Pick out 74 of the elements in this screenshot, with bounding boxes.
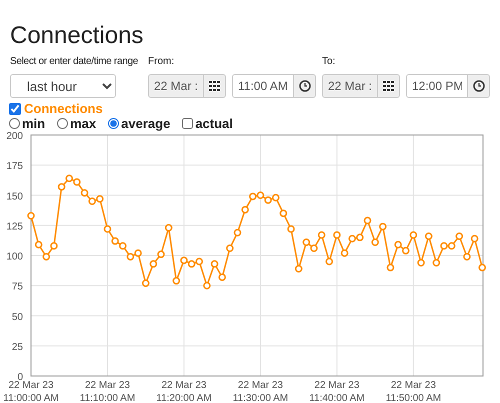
- x-tick-label: 22 Mar 23 11:00:00 AM: [3, 380, 59, 403]
- data-point: [371, 238, 379, 246]
- mode-label: actual: [195, 116, 233, 131]
- range-label: Select or enter date/time range: [10, 55, 138, 69]
- series-label: Connections: [24, 101, 103, 116]
- data-point: [280, 210, 288, 218]
- data-point: [27, 212, 35, 220]
- time-field[interactable]: 11:00 AM: [232, 74, 294, 98]
- data-point: [50, 242, 58, 250]
- data-point: [150, 260, 158, 268]
- data-point: [410, 231, 418, 239]
- clock-icon: [472, 80, 484, 92]
- grid-icon: [209, 81, 220, 91]
- data-point: [340, 249, 348, 257]
- data-point: [326, 258, 334, 266]
- data-point: [241, 206, 249, 214]
- data-point: [364, 216, 372, 224]
- mode-label: min: [22, 116, 46, 131]
- data-point: [470, 234, 478, 242]
- y-tick-label: 50: [12, 312, 23, 323]
- x-tick-label: 22 Mar 23 11:10:00 AM: [80, 380, 136, 403]
- data-point: [318, 231, 326, 239]
- to-label: To:: [322, 55, 336, 69]
- series-checkbox[interactable]: [9, 102, 21, 114]
- data-point: [333, 231, 341, 239]
- range-dropdown[interactable]: last hour: [10, 74, 116, 98]
- data-point: [432, 258, 440, 266]
- y-tick-label: 175: [6, 161, 23, 172]
- mode-radio[interactable]: [9, 118, 20, 129]
- mode-radio[interactable]: [57, 118, 68, 129]
- page-title: Connections: [10, 24, 144, 48]
- data-point: [34, 240, 42, 248]
- mode-radio[interactable]: [108, 118, 120, 129]
- calendar-button[interactable]: [378, 74, 400, 98]
- data-point: [379, 222, 387, 230]
- from-label: From:: [148, 55, 174, 69]
- data-point: [456, 232, 464, 240]
- x-tick-label: 22 Mar 23 11:40:00 AM: [309, 380, 365, 403]
- data-point: [386, 264, 394, 272]
- x-tick-label: 22 Mar 23 11:50:00 AM: [386, 380, 442, 403]
- y-tick-label: 25: [12, 342, 23, 353]
- data-point: [172, 277, 180, 285]
- data-point: [417, 258, 425, 266]
- data-point: [157, 250, 165, 258]
- x-tick-label: 22 Mar 23 11:30:00 AM: [232, 380, 288, 403]
- clock-button[interactable]: [294, 74, 316, 98]
- y-tick-label: 75: [12, 282, 23, 293]
- data-point: [463, 252, 471, 260]
- mode-label: average: [121, 116, 170, 131]
- data-point: [234, 228, 242, 236]
- y-tick-label: 200: [6, 131, 23, 142]
- data-point: [226, 244, 234, 252]
- grid-icon: [383, 81, 394, 91]
- data-point: [210, 260, 218, 268]
- clock-button[interactable]: [468, 74, 490, 98]
- y-tick-label: 150: [6, 191, 23, 202]
- data-point: [203, 282, 211, 290]
- y-tick-label: 0: [17, 372, 23, 383]
- data-point: [142, 279, 150, 287]
- data-point: [287, 225, 295, 233]
- y-tick-label: 125: [6, 221, 23, 232]
- mode-label: max: [70, 116, 96, 131]
- data-point: [294, 265, 302, 272]
- data-point: [424, 232, 432, 240]
- y-tick-label: 100: [6, 252, 23, 262]
- mode-checkbox[interactable]: [182, 118, 194, 129]
- data-point: [42, 252, 50, 260]
- data-point: [218, 273, 226, 281]
- x-tick-label: 22 Mar 23 11:20:00 AM: [156, 380, 212, 403]
- calendar-button[interactable]: [204, 74, 226, 98]
- data-point: [164, 224, 172, 232]
- clock-icon: [298, 80, 310, 92]
- data-point: [478, 264, 486, 272]
- data-point: [104, 225, 112, 233]
